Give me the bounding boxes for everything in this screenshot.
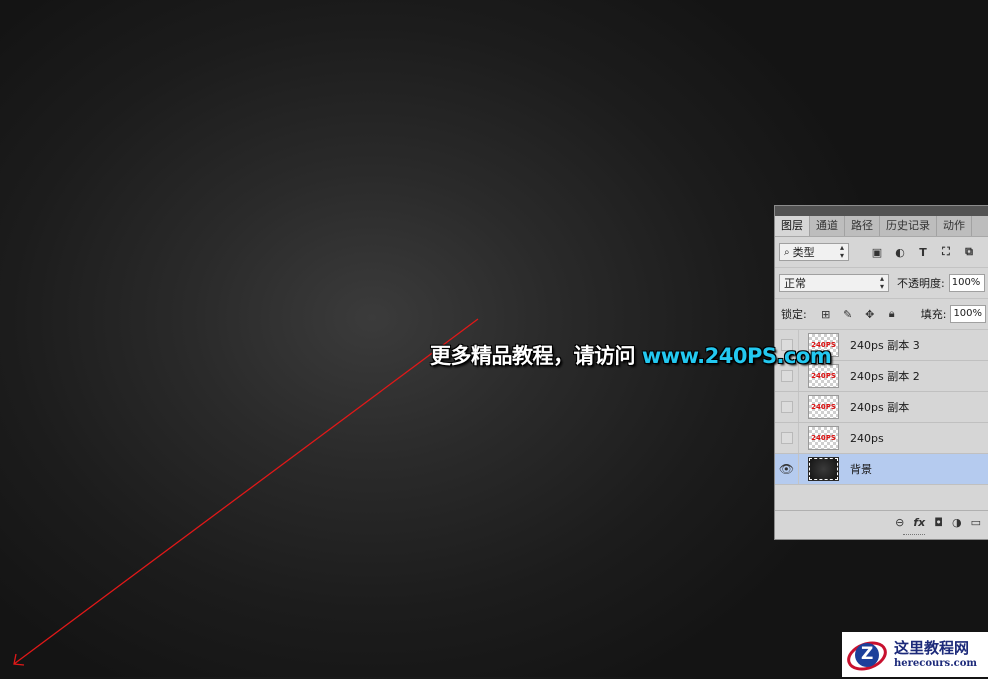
link-layers-icon[interactable]: ⊖ (895, 516, 904, 529)
shape-filter-icon[interactable]: ⛶ (938, 244, 954, 260)
lock-transparent-icon[interactable]: ⊞ (819, 307, 833, 321)
filter-row: ⌕ 类型 ▴ ▾ ▣ ◐ T ⛶ ⧉ (775, 237, 988, 268)
panel-footer: ⊖ fx ◘ ◑ ▭ (775, 510, 988, 533)
lock-row: 锁定: ⊞ ✎ ✥ 🔒︎ 填充: 100% (775, 299, 988, 330)
layer-row[interactable]: 240PS 240ps 副本 (775, 392, 988, 423)
visibility-toggle[interactable] (775, 392, 799, 422)
panel-title-bar[interactable] (775, 206, 988, 216)
layer-name: 240ps 副本 2 (850, 370, 920, 383)
image-filter-icon[interactable]: ▣ (869, 244, 885, 260)
visibility-off-icon (780, 432, 793, 444)
watermark-logo: Z (846, 635, 888, 675)
visibility-off-icon (780, 370, 793, 382)
search-icon: ⌕ (784, 246, 790, 258)
layers-panel: 图层 通道 路径 历史记录 动作 ⌕ 类型 ▴ ▾ ▣ ◐ T ⛶ ⧉ 正常 ▴ ▾… (774, 205, 988, 540)
filter-kind-value: 类型 (792, 246, 815, 259)
lock-move-icon[interactable]: ✥ (863, 307, 877, 321)
promo-banner: 更多精品教程，请访问 www.240PS.com (430, 340, 832, 370)
tab-channels[interactable]: 通道 (810, 216, 845, 236)
site-watermark: Z 这里教程网 herecours.com (842, 632, 988, 677)
watermark-logo-letter: Z (861, 643, 874, 664)
layer-name: 240ps (850, 431, 884, 445)
visibility-off-icon (780, 401, 793, 413)
select-arrows-icon: ▴ ▾ (879, 274, 884, 291)
fill-input[interactable]: 100% (950, 305, 987, 323)
tab-paths[interactable]: 路径 (845, 216, 880, 236)
fill-label: 填充: (920, 308, 947, 321)
panel-tabs: 图层 通道 路径 历史记录 动作 (775, 216, 988, 237)
filter-kind-select[interactable]: ⌕ 类型 ▴ ▾ (779, 243, 849, 261)
layer-thumbnail: 240PS (808, 426, 839, 450)
opacity-input[interactable]: 100% (948, 274, 985, 292)
lock-paint-icon[interactable]: ✎ (841, 307, 855, 321)
smart-object-filter-icon[interactable]: ⧉ (961, 244, 977, 260)
opacity-label: 不透明度: (897, 277, 945, 290)
mask-icon[interactable]: ◘ (934, 516, 943, 529)
promo-url[interactable]: www.240PS.com (642, 344, 832, 368)
resize-grip[interactable] (903, 534, 925, 538)
tab-layers[interactable]: 图层 (775, 216, 810, 236)
watermark-en: herecours.com (894, 657, 978, 669)
layer-thumbnail: 240PS (808, 395, 839, 419)
layer-name: 240ps 副本 (850, 401, 910, 414)
lock-label: 锁定: (781, 308, 807, 321)
adjustment-filter-icon[interactable]: ◐ (892, 244, 908, 260)
blend-mode-select[interactable]: 正常 ▴ ▾ (779, 274, 889, 292)
fx-icon[interactable]: fx (913, 516, 925, 529)
lock-all-icon[interactable]: 🔒︎ (885, 307, 899, 321)
layer-thumbnail-background (808, 457, 839, 481)
layer-name: 背景 (850, 463, 872, 476)
blend-mode-value: 正常 (784, 277, 806, 290)
select-arrows-icon: ▴ ▾ (839, 243, 844, 260)
type-filter-icon[interactable]: T (915, 244, 931, 260)
promo-text: 更多精品教程，请访问 (430, 344, 642, 368)
adjustment-layer-icon[interactable]: ◑ (952, 516, 962, 529)
visibility-toggle[interactable] (775, 423, 799, 453)
layer-row-selected[interactable]: 👁︎ 背景 (775, 454, 988, 485)
visibility-toggle[interactable]: 👁︎ (775, 454, 799, 484)
watermark-cn: 这里教程网 (894, 638, 970, 657)
blend-row: 正常 ▴ ▾ 不透明度: 100% (775, 268, 988, 299)
tab-actions[interactable]: 动作 (937, 216, 972, 236)
eye-icon: 👁︎ (778, 462, 795, 476)
group-folder-icon[interactable]: ▭ (971, 516, 981, 529)
layer-row[interactable]: 240PS 240ps (775, 423, 988, 454)
layer-name: 240ps 副本 3 (850, 339, 920, 352)
tab-history[interactable]: 历史记录 (880, 216, 937, 236)
watermark-text: 这里教程网 herecours.com (894, 638, 978, 669)
